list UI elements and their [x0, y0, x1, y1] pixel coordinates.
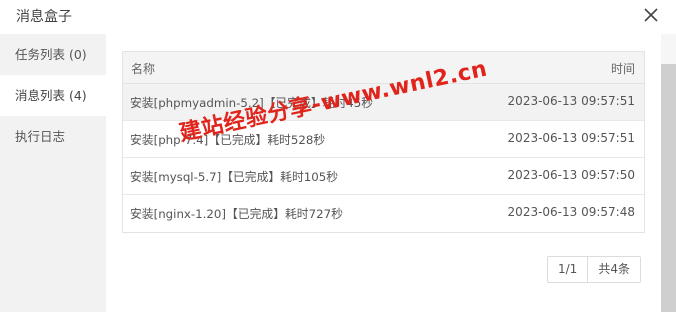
table-header: 名称 时间 [123, 52, 644, 84]
sidebar-item-task-list[interactable]: 任务列表 (0) [0, 34, 106, 75]
row-time: 2023-06-13 09:57:51 [507, 94, 635, 108]
sidebar-item-message-list[interactable]: 消息列表 (4) [0, 75, 106, 116]
column-header-name: 名称 [131, 62, 156, 76]
pagination-total: 共4条 [598, 262, 630, 276]
row-name: 安装[phpmyadmin-5.2]【已完成】耗时45秒 [130, 96, 374, 110]
pagination-page[interactable]: 1/1 [548, 257, 589, 282]
row-time: 2023-06-13 09:57:51 [507, 131, 635, 145]
row-time: 2023-06-13 09:57:48 [507, 205, 635, 219]
row-time: 2023-06-13 09:57:50 [507, 168, 635, 182]
column-header-time: 时间 [610, 62, 635, 76]
row-name: 安装[nginx-1.20]【已完成】耗时727秒 [130, 207, 343, 221]
vertical-scrollbar[interactable] [661, 34, 676, 312]
table-row[interactable]: 安装[php-7.4]【已完成】耗时528秒 2023-06-13 09:57:… [123, 121, 644, 158]
scrollbar-thumb[interactable] [661, 64, 676, 312]
sidebar-item-execution-log[interactable]: 执行日志 [0, 116, 106, 157]
dialog-title: 消息盒子 [16, 9, 72, 25]
table-row[interactable]: 安装[nginx-1.20]【已完成】耗时727秒 2023-06-13 09:… [123, 195, 644, 232]
message-box-dialog: 消息盒子 任务列表 (0) 消息列表 (4) 执行日志 名称 时间 安装[php… [0, 0, 676, 312]
row-name: 安装[php-7.4]【已完成】耗时528秒 [130, 133, 326, 147]
pagination: 1/1 共4条 [547, 256, 641, 283]
table-row[interactable]: 安装[phpmyadmin-5.2]【已完成】耗时45秒 2023-06-13 … [123, 84, 644, 121]
dialog-titlebar: 消息盒子 [0, 0, 676, 34]
sidebar: 任务列表 (0) 消息列表 (4) 执行日志 [0, 34, 106, 312]
message-list-panel: 名称 时间 安装[phpmyadmin-5.2]【已完成】耗时45秒 2023-… [106, 34, 661, 312]
close-icon[interactable] [640, 4, 662, 26]
table-row[interactable]: 安装[mysql-5.7]【已完成】耗时105秒 2023-06-13 09:5… [123, 158, 644, 195]
message-table: 名称 时间 安装[phpmyadmin-5.2]【已完成】耗时45秒 2023-… [122, 51, 645, 233]
row-name: 安装[mysql-5.7]【已完成】耗时105秒 [130, 170, 339, 184]
